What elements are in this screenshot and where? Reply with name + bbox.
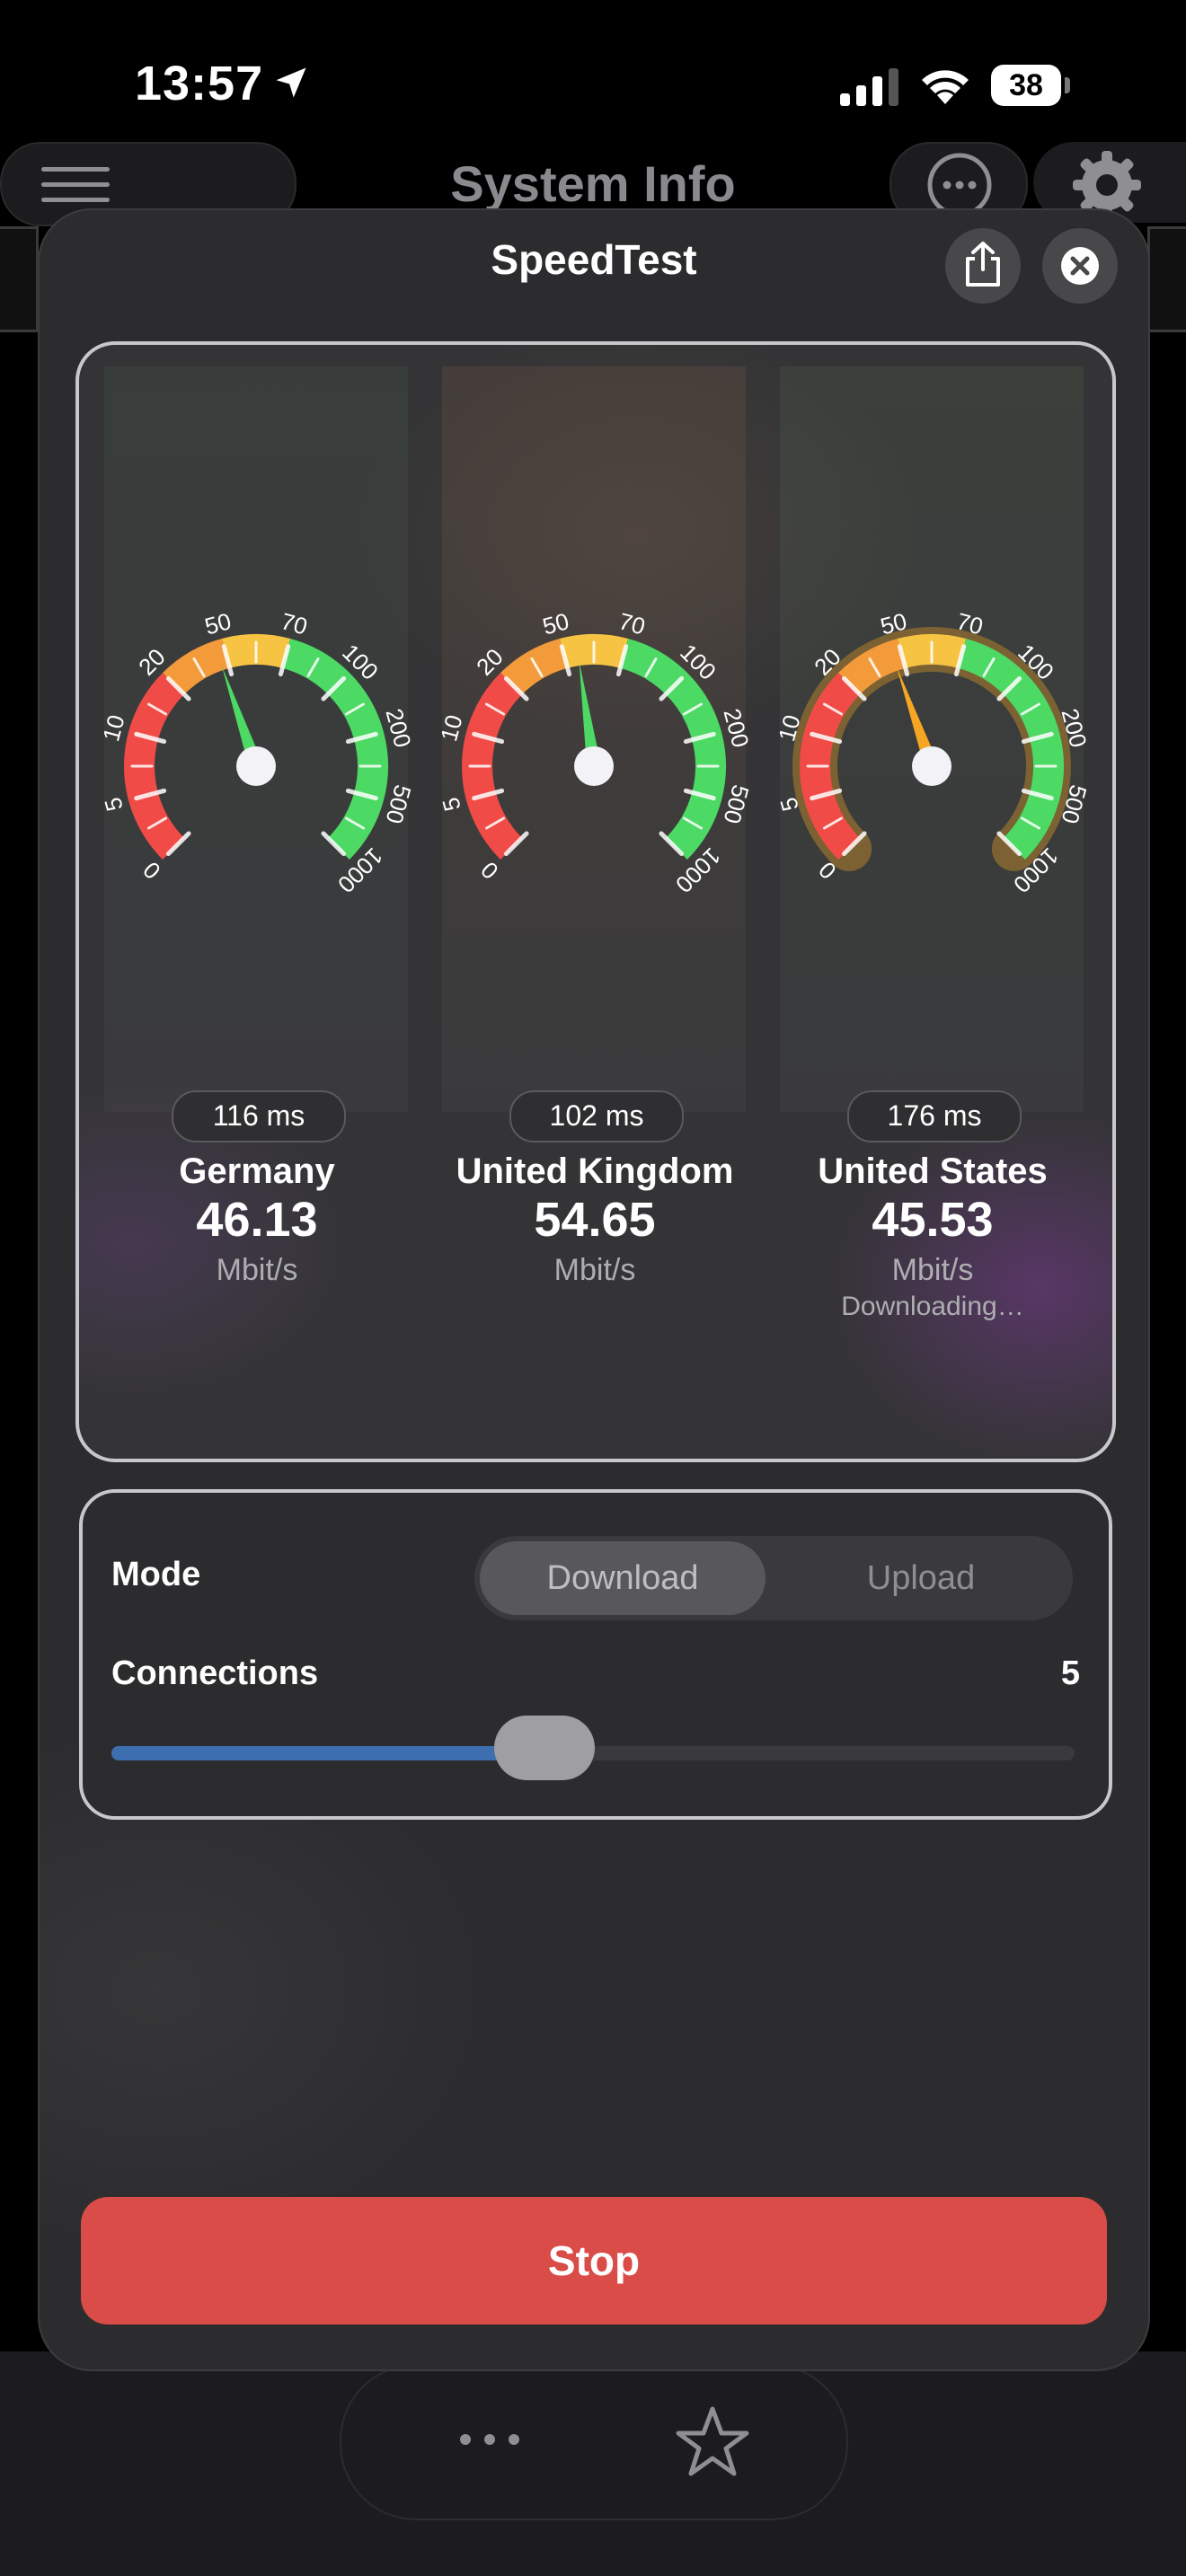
cellular-signal-icon <box>840 68 898 106</box>
connections-value: 5 <box>1060 1654 1080 1692</box>
gauge-band <box>619 639 726 860</box>
speedtest-sheet: SpeedTest 0 5 10 20 50 70 100 200 500 1000 0 5 10 20… <box>38 208 1150 2371</box>
ping-badge: 116 ms <box>172 1090 346 1142</box>
server-country: United Kingdom <box>456 1151 734 1191</box>
ping-badge: 176 ms <box>847 1090 1022 1142</box>
gauge-hub <box>236 746 276 786</box>
status-bar: 13:57 38 <box>0 0 1186 135</box>
gauge-tick-label: 20 <box>471 643 509 681</box>
connections-label: Connections <box>111 1654 319 1692</box>
slider-thumb[interactable] <box>494 1716 596 1780</box>
speed-gauge: 05102050 701002005001000 <box>97 607 416 898</box>
connections-slider[interactable] <box>111 1716 1075 1780</box>
battery-nub <box>1065 77 1070 93</box>
speed-unit: Mbit/s <box>891 1253 974 1287</box>
gauge-panel-united-states: 0 5 10 20 50 70 100 200 500 1000 <box>773 366 1093 1112</box>
bottom-toolbar-pill <box>340 2364 848 2520</box>
close-icon <box>1061 247 1099 285</box>
more-dots-icon[interactable] <box>449 2413 530 2466</box>
server-country: Germany <box>179 1151 335 1191</box>
gauge-tick-label: 5 <box>774 795 804 815</box>
test-state: Downloading… <box>841 1292 1024 1321</box>
gauge-tick-label: 5 <box>99 795 128 815</box>
wifi-icon <box>922 70 969 104</box>
share-button[interactable] <box>945 228 1021 304</box>
mode-segmented-control[interactable]: Download Upload <box>474 1536 1073 1620</box>
gauge-hub <box>574 746 614 786</box>
speed-unit: Mbit/s <box>216 1253 298 1287</box>
background-row <box>0 226 39 332</box>
gauge-band <box>281 639 388 860</box>
gauge-tick-label: 50 <box>202 607 235 640</box>
gauge-tick-label: 70 <box>279 607 311 640</box>
battery-indicator: 38 <box>991 65 1070 106</box>
gauge-tick-label: 10 <box>97 712 129 745</box>
slider-fill <box>111 1746 545 1760</box>
gauge-tick-label: 50 <box>540 607 572 640</box>
settings-card: Mode Download Upload Connections 5 <box>79 1489 1112 1820</box>
server-result-germany: 116 ms Germany 46.13 Mbit/s <box>88 1090 426 1292</box>
mode-option-download[interactable]: Download <box>480 1541 766 1615</box>
close-button[interactable] <box>1042 228 1118 304</box>
speed-gauge: 05102050 701002005001000 <box>435 607 754 898</box>
speed-value: 45.53 <box>872 1193 994 1247</box>
star-icon[interactable] <box>674 2404 751 2481</box>
speed-value: 54.65 <box>534 1193 656 1247</box>
mode-label: Mode <box>111 1556 201 1593</box>
gauge-tick-label: 0 <box>475 856 503 884</box>
background-row <box>1147 226 1186 332</box>
server-country: United States <box>818 1151 1048 1191</box>
speed-value: 46.13 <box>196 1193 318 1247</box>
speed-unit: Mbit/s <box>553 1253 636 1287</box>
gauges-card: 0 5 10 20 50 70 100 200 500 1000 0 5 10 20 50 70 100 200… <box>75 341 1116 1462</box>
gauge-hub <box>912 746 951 786</box>
gauge-tick-label: 5 <box>437 795 466 815</box>
gauge-tick-label: 10 <box>435 712 467 745</box>
status-time: 13:57 <box>135 57 264 110</box>
gauge-tick-label: 0 <box>137 856 165 884</box>
gauge-panel-united-kingdom: 0 5 10 20 50 70 100 200 500 1000 <box>435 366 755 1112</box>
share-icon <box>966 242 1000 287</box>
speed-gauge: 05102050 701002005001000 <box>773 607 1092 898</box>
battery-level: 38 <box>1009 68 1043 102</box>
stop-button[interactable]: Stop <box>81 2197 1107 2325</box>
server-result-united-states: 176 ms United States 45.53 Mbit/s Downlo… <box>764 1090 1102 1322</box>
mode-option-upload[interactable]: Upload <box>774 1541 1067 1615</box>
server-result-united-kingdom: 102 ms United Kingdom 54.65 Mbit/s <box>426 1090 764 1292</box>
gauge-panel-germany: 0 5 10 20 50 70 100 200 500 1000 <box>97 366 417 1112</box>
ping-badge: 102 ms <box>509 1090 684 1142</box>
gauge-tick-label: 70 <box>616 607 649 640</box>
location-arrow-icon <box>276 67 306 98</box>
